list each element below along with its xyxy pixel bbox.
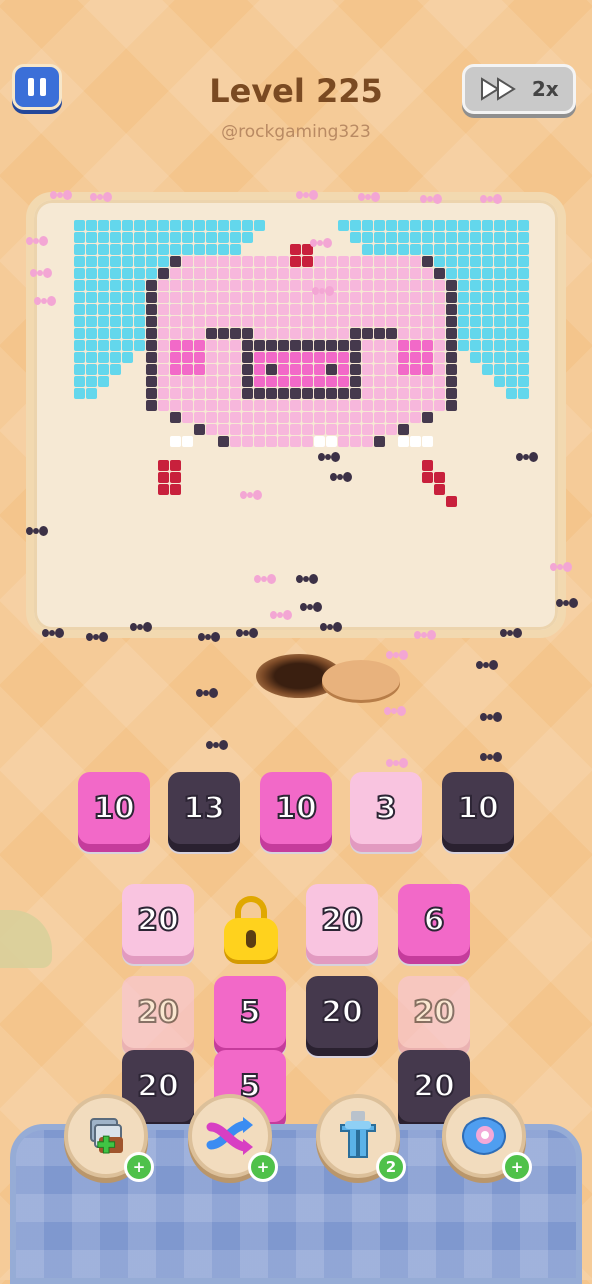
speed-label: 2x xyxy=(531,77,559,101)
ant-icon xyxy=(254,572,276,586)
count-badge: 2 xyxy=(376,1152,406,1182)
grid-tile[interactable]: 5 xyxy=(214,976,286,1048)
grid-tile[interactable]: 20 xyxy=(122,976,194,1048)
fast-forward-icon xyxy=(481,77,517,101)
leaf-decoration xyxy=(0,910,52,968)
ant-icon xyxy=(300,600,322,614)
ant-icon xyxy=(480,750,502,764)
ant-icon xyxy=(358,190,380,204)
lock-icon[interactable] xyxy=(222,896,280,962)
ant-icon xyxy=(556,596,578,610)
plus-badge: + xyxy=(502,1152,532,1182)
top-bar: Level 225 @rockgaming323 2x xyxy=(0,0,592,160)
ant-icon xyxy=(296,188,318,202)
ant-icon xyxy=(86,630,108,644)
grid-tile[interactable]: 6 xyxy=(398,884,470,956)
ant-icon xyxy=(196,686,218,700)
grid-tile[interactable]: 20 xyxy=(306,976,378,1048)
pig-pixel-art xyxy=(74,220,529,507)
speed-toggle-button[interactable]: 2x xyxy=(462,64,576,114)
ant-icon xyxy=(312,284,334,298)
queue-tile-5[interactable]: 10 xyxy=(442,772,514,844)
magnet-booster-button[interactable]: 2 xyxy=(316,1094,406,1182)
queue-tile-1[interactable]: 10 xyxy=(78,772,150,844)
ant-icon xyxy=(386,756,408,770)
add-tile-booster-button[interactable]: + xyxy=(64,1094,154,1182)
ant-icon xyxy=(296,572,318,586)
ant-icon xyxy=(516,450,538,464)
queue-tile-3[interactable]: 10 xyxy=(260,772,332,844)
ant-icon xyxy=(330,470,352,484)
ant-icon xyxy=(236,626,258,640)
add-tile-icon xyxy=(90,1118,123,1154)
ant-icon xyxy=(90,190,112,204)
plus-badge: + xyxy=(124,1152,154,1182)
username-label: @rockgaming323 xyxy=(221,122,371,142)
queue-tile-2[interactable]: 13 xyxy=(168,772,240,844)
ant-icon xyxy=(240,488,262,502)
magnet-icon xyxy=(340,1111,376,1158)
ant-icon xyxy=(318,450,340,464)
ant-icon xyxy=(30,266,52,280)
ant-icon xyxy=(480,710,502,724)
ant-icon xyxy=(476,658,498,672)
ant-icon xyxy=(384,704,406,718)
hole-lid xyxy=(322,660,400,700)
ant-icon xyxy=(420,192,442,206)
donut-booster-button[interactable]: + xyxy=(442,1094,532,1182)
ant-icon xyxy=(270,608,292,622)
ant-icon xyxy=(34,294,56,308)
queue-tile-4[interactable]: 3 xyxy=(350,772,422,844)
ant-icon xyxy=(414,628,436,642)
ant-icon xyxy=(310,236,332,250)
plus-badge: + xyxy=(248,1152,278,1182)
ant-icon xyxy=(26,524,48,538)
ant-icon xyxy=(500,626,522,640)
ant-icon xyxy=(26,234,48,248)
ant-icon xyxy=(130,620,152,634)
grid-tile[interactable]: 20 xyxy=(122,884,194,956)
ant-icon xyxy=(320,620,342,634)
shuffle-booster-button[interactable]: + xyxy=(188,1094,278,1182)
ant-icon xyxy=(42,626,64,640)
ant-icon xyxy=(386,648,408,662)
grid-tile[interactable]: 20 xyxy=(398,976,470,1048)
ant-icon xyxy=(206,738,228,752)
grid-tile[interactable]: 20 xyxy=(306,884,378,956)
ant-icon xyxy=(550,560,572,574)
ant-icon xyxy=(50,188,72,202)
ant-icon xyxy=(198,630,220,644)
ant-icon xyxy=(480,192,502,206)
donut-icon xyxy=(462,1117,506,1155)
shuffle-icon xyxy=(206,1117,253,1155)
